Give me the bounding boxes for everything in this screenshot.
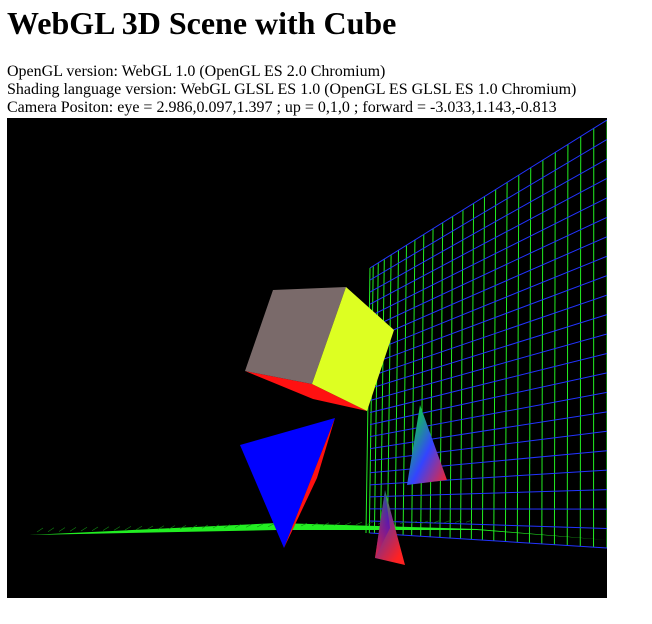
floor-mesh-line: [135, 525, 143, 531]
camera-position-value: eye = 2.986,0.097,1.397 ; up = 0,1,0 ; f…: [117, 99, 557, 116]
grid-line-horizontal: [369, 119, 607, 269]
grid-line-horizontal: [369, 469, 607, 486]
floor-mesh-line: [366, 521, 374, 525]
grid-line-horizontal: [369, 532, 607, 549]
floor-mesh-line: [113, 526, 121, 531]
opengl-version-value: WebGL 1.0 (OpenGL ES 2.0 Chromium): [121, 63, 386, 80]
shading-version-label: Shading language version:: [7, 81, 177, 98]
floor-mesh-line: [102, 526, 110, 531]
webgl-canvas[interactable]: [7, 118, 607, 598]
floor-mesh-line: [454, 520, 462, 523]
floor-mesh-line: [146, 525, 154, 530]
camera-position-label: Camera Positon:: [7, 99, 114, 116]
info-block: OpenGL version: WebGL 1.0 (OpenGL ES 2.0…: [7, 63, 576, 117]
grid-line-horizontal: [369, 139, 607, 281]
floor-plane: [29, 519, 607, 540]
floor-mesh-line: [58, 527, 66, 532]
grid-line-horizontal: [369, 197, 607, 317]
cube: [245, 287, 394, 411]
shading-version-line: Shading language version: WebGL GLSL ES …: [7, 81, 576, 99]
grid-line-horizontal: [369, 158, 607, 293]
floor-mesh-line: [124, 526, 132, 531]
floor-mesh-line: [36, 527, 44, 533]
camera-position-line: Camera Positon: eye = 2.986,0.097,1.397 …: [7, 99, 576, 117]
grid-line-horizontal: [369, 450, 607, 474]
scene-render: [7, 118, 607, 598]
floor-mesh-line: [443, 520, 451, 524]
opengl-version-line: OpenGL version: WebGL 1.0 (OpenGL ES 2.0…: [7, 63, 576, 81]
floor-mesh-line: [91, 526, 99, 532]
page-title: WebGL 3D Scene with Cube: [7, 5, 397, 41]
page: WebGL 3D Scene with Cube OpenGL version:…: [0, 0, 652, 624]
floor-mesh-line: [69, 527, 77, 532]
grid-line-horizontal: [369, 216, 607, 329]
floor-mesh-line: [47, 527, 55, 533]
floor-mesh-line: [344, 522, 352, 526]
grid-line-horizontal: [369, 177, 607, 305]
grid-line-horizontal: [369, 489, 607, 498]
grid-line-horizontal: [369, 430, 607, 462]
grid-wall: [365, 119, 607, 549]
floor-mesh-line: [80, 526, 88, 532]
shading-version-value: WebGL GLSL ES 1.0 (OpenGL ES GLSL ES 1.0…: [180, 81, 577, 98]
opengl-version-label: OpenGL version:: [7, 63, 118, 80]
floor-mesh-line: [355, 521, 363, 526]
